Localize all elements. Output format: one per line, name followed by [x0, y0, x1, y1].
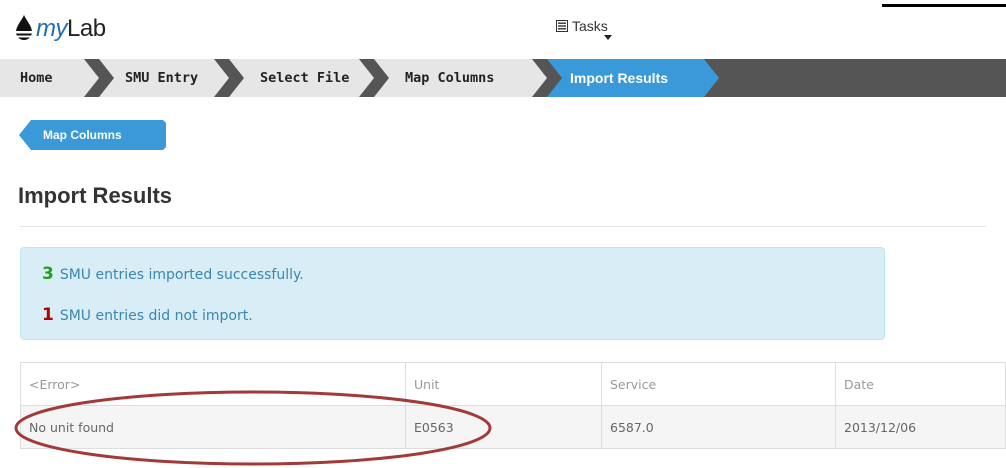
app-header: myLab Tasks	[0, 0, 1006, 54]
import-summary-alert: 3 SMU entries imported successfully. 1 S…	[20, 247, 885, 340]
breadcrumb-map-columns[interactable]: Map Columns	[391, 59, 494, 97]
breadcrumb-select-file[interactable]: Select File	[246, 59, 349, 97]
breadcrumb-import-results[interactable]: Import Results	[556, 59, 668, 97]
column-header-date[interactable]: Date	[835, 362, 1006, 406]
failure-text: SMU entries did not import.	[59, 308, 253, 324]
back-button-label: Map Columns	[43, 128, 122, 142]
breadcrumb: Home SMU Entry Select File Map Columns I…	[0, 59, 1006, 97]
column-header-service[interactable]: Service	[601, 362, 836, 406]
failure-count: 1	[42, 305, 54, 325]
table-header-row: <Error> Unit Service Date	[20, 362, 1006, 406]
list-icon	[556, 20, 568, 32]
cell-error: No unit found	[20, 405, 406, 449]
table-row: No unit found E0563 6587.0 2013/12/06	[20, 405, 1006, 449]
success-count: 3	[42, 264, 54, 284]
column-header-unit[interactable]: Unit	[405, 362, 602, 406]
success-message: 3 SMU entries imported successfully.	[42, 264, 304, 284]
drop-icon	[16, 15, 32, 40]
back-map-columns-button[interactable]: Map Columns	[19, 120, 166, 150]
app-name: myLab	[36, 15, 106, 42]
success-text: SMU entries imported successfully.	[59, 267, 304, 283]
breadcrumb-smu-entry[interactable]: SMU Entry	[111, 59, 198, 97]
failure-message: 1 SMU entries did not import.	[42, 305, 253, 325]
cell-unit: E0563	[405, 405, 602, 449]
cell-date: 2013/12/06	[835, 405, 1006, 449]
page-title: Import Results	[18, 183, 173, 208]
cell-service: 6587.0	[601, 405, 836, 449]
app-logo[interactable]: myLab	[13, 12, 106, 46]
title-divider	[20, 226, 986, 227]
caret-down-icon	[604, 35, 612, 40]
column-header-error[interactable]: <Error>	[20, 362, 406, 406]
tasks-label: Tasks	[572, 18, 608, 34]
top-right-bar	[882, 4, 1006, 7]
breadcrumb-home[interactable]: Home	[6, 59, 53, 97]
results-table: <Error> Unit Service Date No unit found …	[20, 362, 1006, 449]
tasks-menu[interactable]: Tasks	[556, 18, 612, 40]
